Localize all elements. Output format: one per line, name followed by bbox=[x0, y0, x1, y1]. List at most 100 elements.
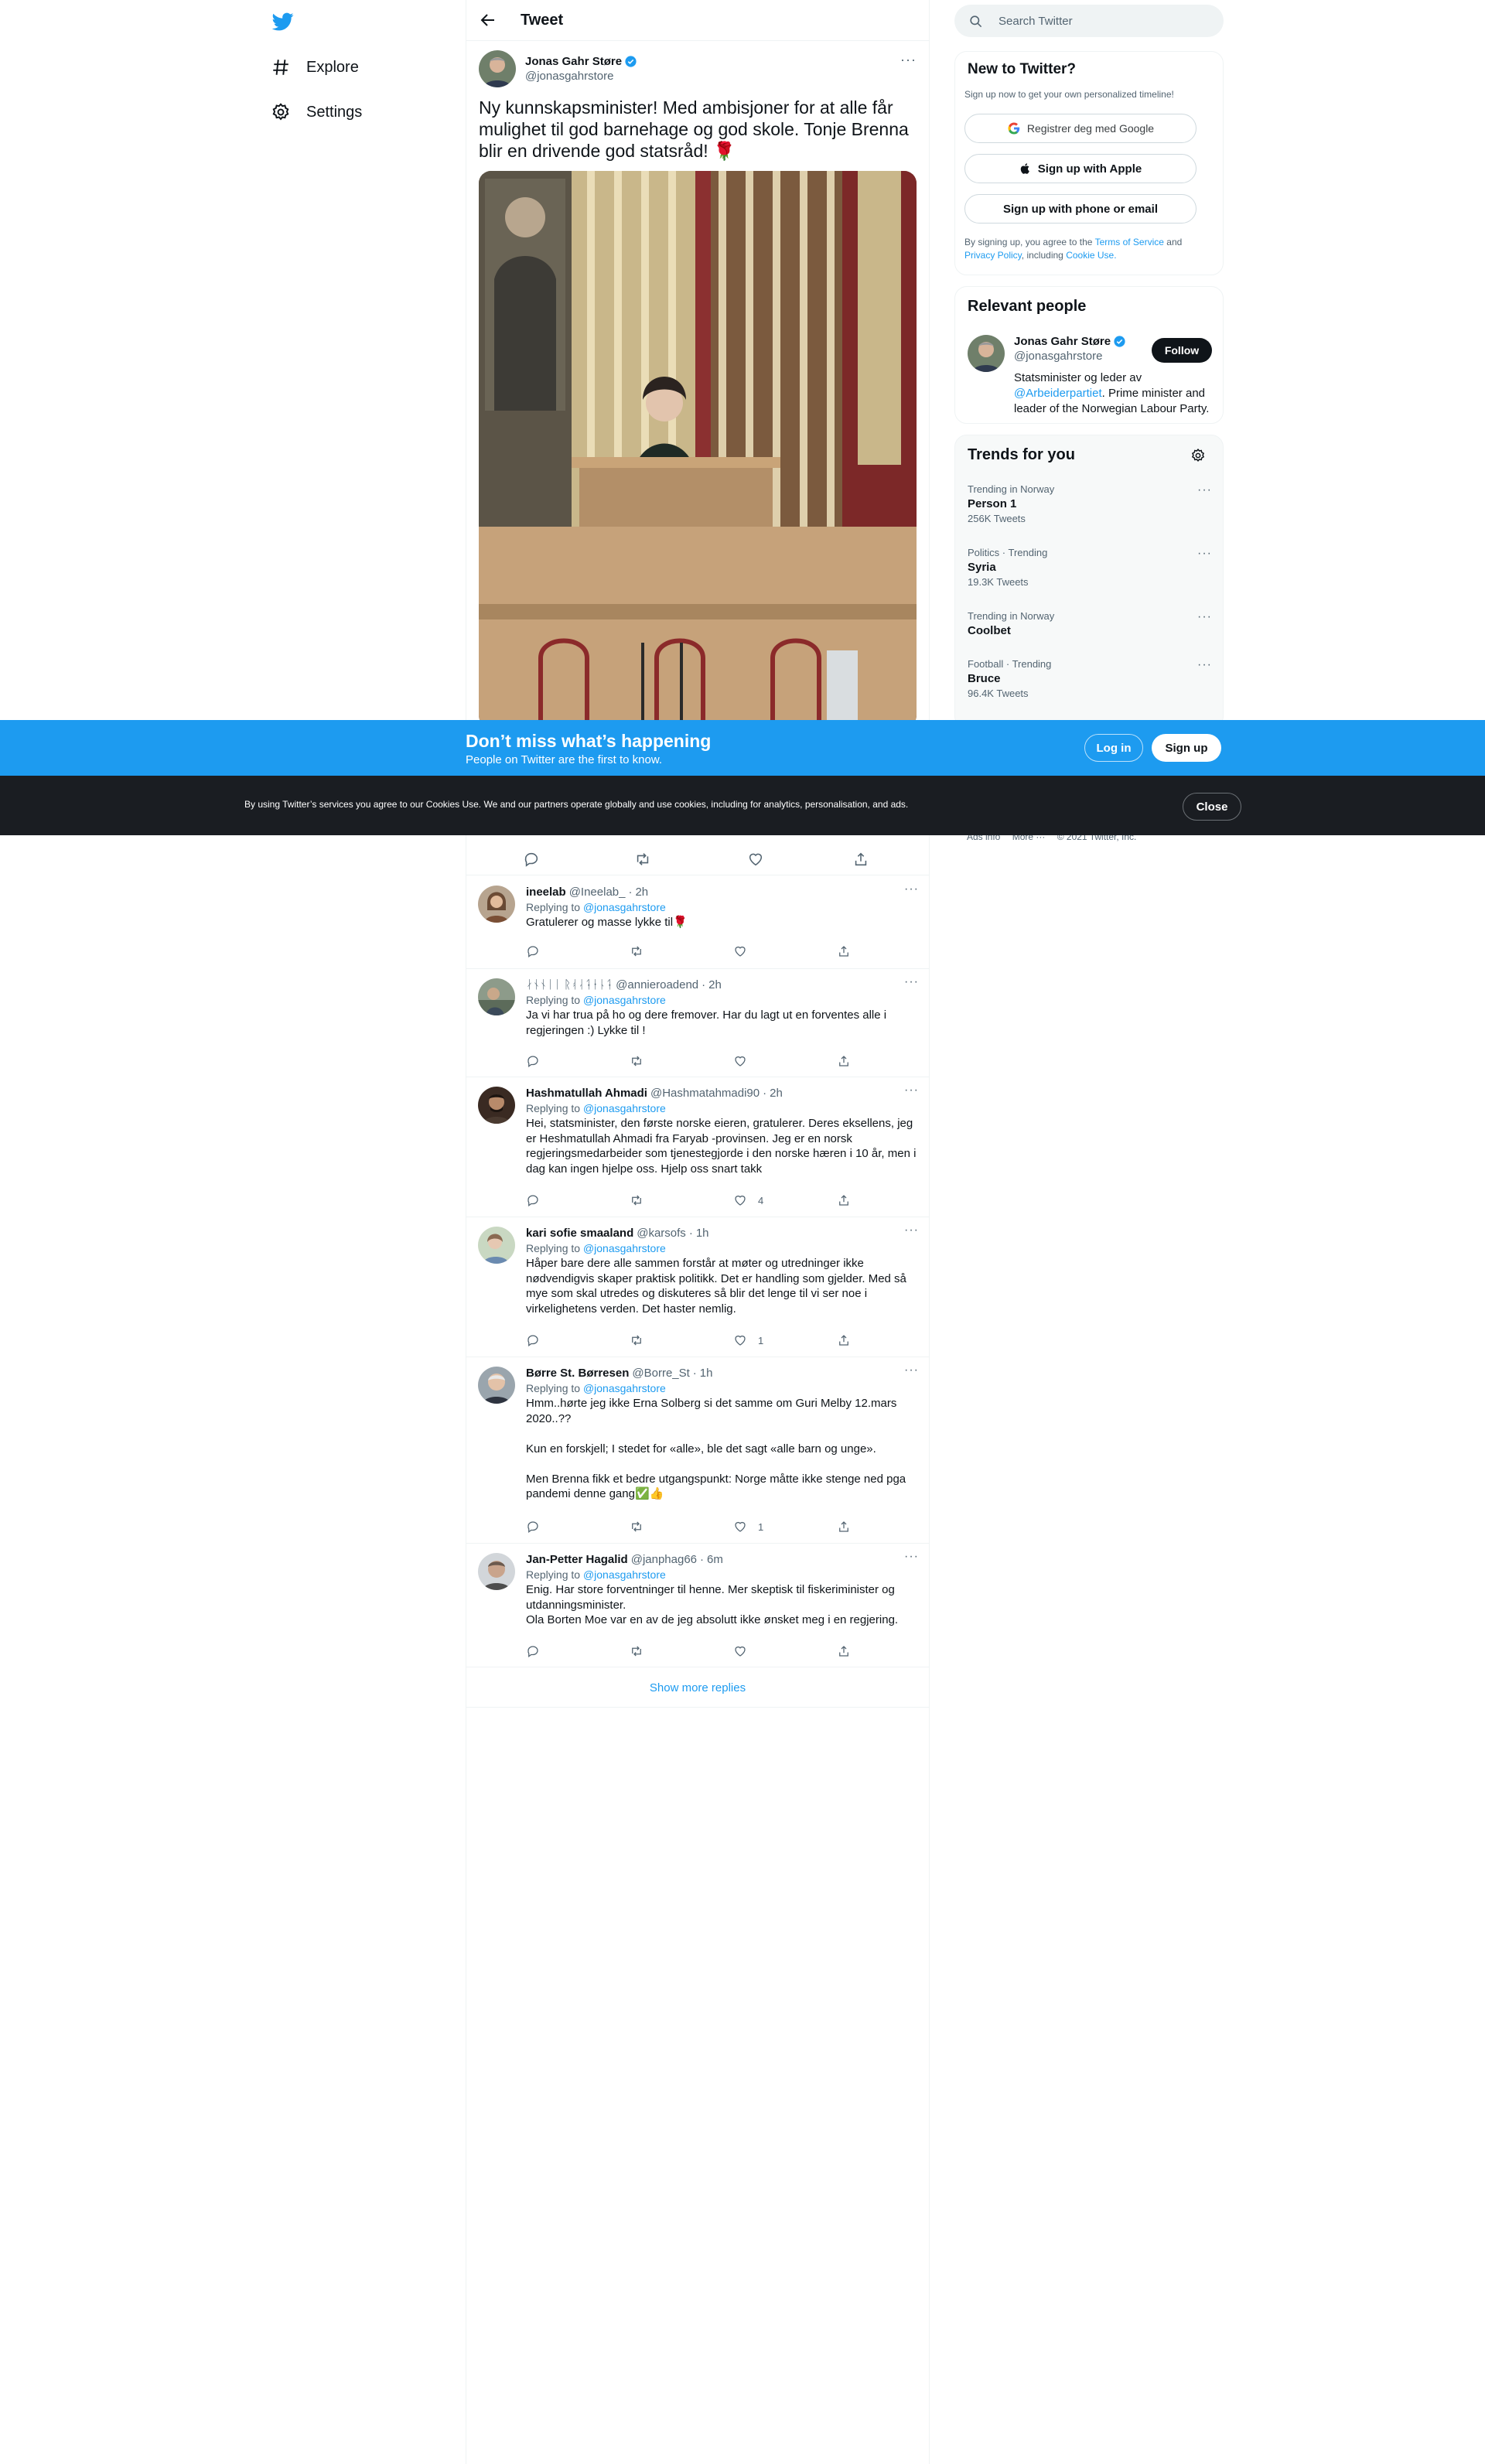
like-icon[interactable]: 1 bbox=[733, 1333, 763, 1347]
tweet-author[interactable]: Jonas Gahr Støre @jonasgahrstore bbox=[479, 50, 917, 87]
gear-icon[interactable] bbox=[1190, 448, 1206, 463]
reply-tweet[interactable]: ineelab @Ineelab_ · 2h Replying to @jonasga… bbox=[466, 876, 930, 969]
more-options-icon[interactable]: ··· bbox=[900, 52, 917, 68]
more-options-icon[interactable]: ··· bbox=[904, 1550, 919, 1564]
reply-icon[interactable] bbox=[526, 1054, 540, 1068]
signup-button[interactable]: Sign up bbox=[1152, 734, 1221, 762]
more-options-icon[interactable]: ··· bbox=[904, 882, 919, 896]
more-options-icon[interactable]: ··· bbox=[904, 975, 919, 989]
retweet-icon[interactable] bbox=[630, 1333, 644, 1347]
search-input[interactable]: Search Twitter bbox=[954, 5, 1224, 37]
reply-time[interactable]: 2h bbox=[708, 978, 722, 991]
like-icon[interactable] bbox=[733, 1054, 758, 1068]
google-signup-button[interactable]: Registrer deg med Google bbox=[964, 114, 1197, 143]
author-name[interactable]: Jonas Gahr Støre bbox=[525, 55, 637, 68]
reply-icon[interactable] bbox=[526, 1644, 540, 1658]
trend-item[interactable]: Politics · Trending Syria 19.3K Tweets ·… bbox=[968, 547, 1212, 588]
reply-icon[interactable] bbox=[526, 1193, 540, 1207]
more-options-icon[interactable]: ··· bbox=[1197, 547, 1212, 561]
like-icon[interactable] bbox=[747, 851, 764, 868]
cookie-use-link[interactable]: Cookie Use. bbox=[1066, 250, 1116, 261]
tweet-photo[interactable] bbox=[479, 171, 917, 728]
reply-icon[interactable] bbox=[523, 851, 540, 868]
relevant-person-name[interactable]: Jonas Gahr Støre bbox=[1014, 335, 1126, 348]
reply-time[interactable]: 6m bbox=[707, 1553, 723, 1566]
replying-to-link[interactable]: @jonasgahrstore bbox=[583, 1242, 666, 1254]
terms-link[interactable]: Terms of Service bbox=[1095, 237, 1164, 247]
share-icon[interactable] bbox=[837, 1054, 851, 1068]
reply-author-name[interactable]: Hashmatullah Ahmadi bbox=[526, 1087, 647, 1100]
replying-to-link[interactable]: @jonasgahrstore bbox=[583, 1102, 666, 1114]
reply-icon[interactable] bbox=[526, 1520, 540, 1534]
reply-tweet[interactable]: ᛅᚾᚾᛁᛁ ᚱᚮᛆᛑᛂᚿᛑ @annieroadend · 2h Replying t… bbox=[466, 969, 930, 1077]
share-icon[interactable] bbox=[837, 944, 851, 958]
trend-item[interactable]: Trending in Norway Person 1 256K Tweets … bbox=[968, 483, 1212, 524]
close-button[interactable]: Close bbox=[1183, 793, 1241, 821]
replying-to-link[interactable]: @jonasgahrstore bbox=[583, 1568, 666, 1581]
replying-to: Replying to @jonasgahrstore bbox=[526, 1382, 666, 1394]
twitter-bird-icon[interactable] bbox=[271, 11, 295, 32]
follow-button[interactable]: Follow bbox=[1152, 338, 1212, 363]
avatar[interactable] bbox=[478, 1553, 515, 1590]
reply-author-name[interactable]: Jan-Petter Hagalid bbox=[526, 1553, 628, 1566]
login-button[interactable]: Log in bbox=[1084, 734, 1143, 762]
more-options-icon[interactable]: ··· bbox=[904, 1223, 919, 1237]
reply-time[interactable]: 1h bbox=[700, 1367, 713, 1380]
avatar[interactable] bbox=[478, 1087, 515, 1124]
reply-tweet[interactable]: kari sofie smaaland @karsofs · 1h Replying … bbox=[466, 1217, 930, 1357]
share-icon[interactable] bbox=[852, 851, 869, 868]
avatar[interactable] bbox=[479, 50, 516, 87]
reply-time[interactable]: 1h bbox=[696, 1227, 709, 1240]
retweet-icon[interactable] bbox=[630, 1520, 644, 1534]
more-options-icon[interactable]: ··· bbox=[904, 1084, 919, 1097]
reply-tweet[interactable]: Børre St. Børresen @Borre_St · 1h Replying … bbox=[466, 1357, 930, 1544]
avatar[interactable] bbox=[478, 1227, 515, 1264]
nav-settings[interactable]: Settings bbox=[271, 97, 362, 128]
retweet-icon[interactable] bbox=[630, 944, 644, 958]
retweet-icon[interactable] bbox=[630, 1193, 644, 1207]
like-icon[interactable] bbox=[733, 1644, 758, 1658]
retweet-icon[interactable] bbox=[630, 1054, 644, 1068]
mention-link[interactable]: @Arbeiderpartiet bbox=[1014, 387, 1102, 400]
reply-time[interactable]: 2h bbox=[635, 886, 648, 899]
reply-author-name[interactable]: kari sofie smaaland bbox=[526, 1227, 633, 1240]
avatar[interactable] bbox=[968, 335, 1005, 372]
reply-icon[interactable] bbox=[526, 944, 540, 958]
reply-author-name[interactable]: ᛅᚾᚾᛁᛁ ᚱᚮᛆᛑᛂᚿᛑ bbox=[526, 978, 613, 991]
nav-explore[interactable]: Explore bbox=[271, 52, 359, 83]
phone-email-signup-button[interactable]: Sign up with phone or email bbox=[964, 194, 1197, 224]
avatar[interactable] bbox=[478, 1367, 515, 1404]
avatar[interactable] bbox=[478, 886, 515, 923]
more-options-icon[interactable]: ··· bbox=[1197, 483, 1212, 497]
apple-signup-button[interactable]: Sign up with Apple bbox=[964, 154, 1197, 183]
like-icon[interactable]: 4 bbox=[733, 1193, 763, 1207]
reply-actions: 1 bbox=[526, 1520, 866, 1535]
like-icon[interactable]: 1 bbox=[733, 1520, 763, 1534]
retweet-icon[interactable] bbox=[634, 851, 651, 868]
reply-tweet[interactable]: Jan-Petter Hagalid @janphag66 · 6m Replying… bbox=[466, 1544, 930, 1667]
more-options-icon[interactable]: ··· bbox=[904, 1363, 919, 1377]
share-icon[interactable] bbox=[837, 1333, 851, 1347]
reply-time[interactable]: 2h bbox=[770, 1087, 783, 1100]
reply-author-name[interactable]: ineelab bbox=[526, 886, 566, 899]
share-icon[interactable] bbox=[837, 1520, 851, 1534]
relevant-person[interactable]: Jonas Gahr Støre @jonasgahrstore bbox=[1014, 335, 1126, 363]
like-icon[interactable] bbox=[733, 944, 758, 958]
retweet-icon[interactable] bbox=[630, 1644, 644, 1658]
privacy-link[interactable]: Privacy Policy bbox=[964, 250, 1022, 261]
replying-to-link[interactable]: @jonasgahrstore bbox=[583, 901, 666, 913]
trend-item[interactable]: Football · Trending Bruce 96.4K Tweets ·… bbox=[968, 658, 1212, 699]
reply-tweet[interactable]: Hashmatullah Ahmadi @Hashmatahmadi90 · 2h R… bbox=[466, 1077, 930, 1217]
arrow-left-icon[interactable] bbox=[479, 11, 497, 29]
more-options-icon[interactable]: ··· bbox=[1197, 658, 1212, 672]
share-icon[interactable] bbox=[837, 1644, 851, 1658]
show-more-replies-link[interactable]: Show more replies bbox=[466, 1669, 930, 1708]
trend-item[interactable]: Trending in Norway Coolbet ··· bbox=[968, 610, 1212, 640]
share-icon[interactable] bbox=[837, 1193, 851, 1207]
more-options-icon[interactable]: ··· bbox=[1197, 610, 1212, 624]
avatar[interactable] bbox=[478, 978, 515, 1015]
reply-author-name[interactable]: Børre St. Børresen bbox=[526, 1367, 629, 1380]
replying-to-link[interactable]: @jonasgahrstore bbox=[583, 1382, 666, 1394]
reply-icon[interactable] bbox=[526, 1333, 540, 1347]
replying-to-link[interactable]: @jonasgahrstore bbox=[583, 994, 666, 1006]
